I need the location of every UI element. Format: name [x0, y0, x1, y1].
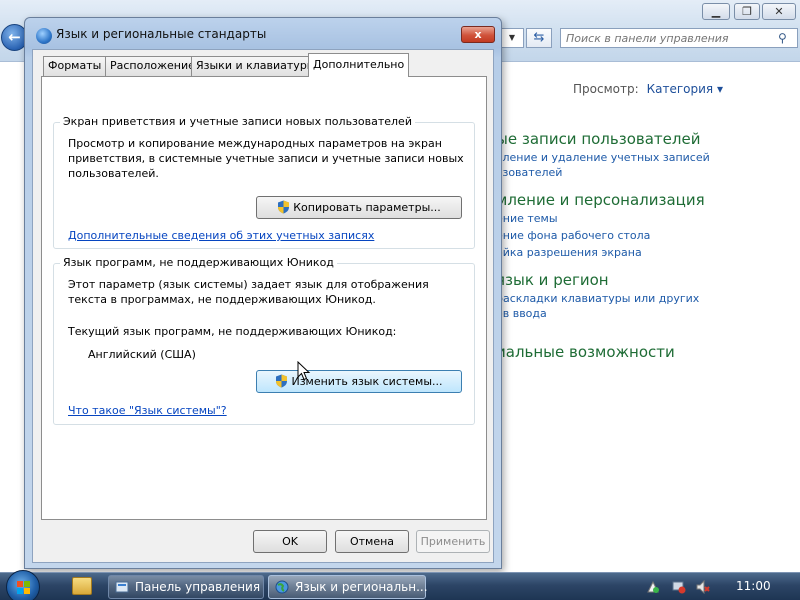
region-language-dialog: Язык и региональные стандарты x Форматы … [24, 17, 502, 569]
dialog-close-button[interactable]: x [461, 26, 495, 43]
change-system-locale-button[interactable]: Изменить язык системы... [256, 370, 462, 393]
volume-muted-icon[interactable] [696, 580, 710, 594]
globe-icon [275, 580, 289, 594]
non-unicode-group-title: Язык программ, не поддерживающих Юникод [60, 256, 337, 269]
address-dropdown-button[interactable]: ▼ [500, 28, 524, 48]
start-button[interactable] [6, 570, 40, 600]
category-link[interactable]: ойка разрешения экрана [496, 246, 642, 259]
view-selector: Просмотр: Категория ▾ [573, 82, 723, 96]
apply-button[interactable]: Применить [416, 530, 490, 553]
network-icon[interactable] [672, 580, 686, 594]
uac-shield-icon [276, 374, 288, 388]
what-is-system-locale-link[interactable]: Что такое "Язык системы"? [68, 404, 227, 417]
close-button[interactable]: ✕ [762, 3, 796, 20]
taskbar-item-region-language[interactable]: Язык и региональн... [268, 575, 428, 599]
current-language-value: Английский (США) [88, 348, 196, 361]
cancel-button[interactable]: Отмена [335, 530, 409, 553]
tab-administrative[interactable]: Дополнительно [308, 53, 410, 77]
welcome-description: Просмотр и копирование международных пар… [68, 137, 464, 180]
view-category-dropdown[interactable]: Категория ▾ [647, 82, 723, 96]
category-link[interactable]: ение фона рабочего стола [496, 229, 650, 242]
category-link[interactable]: вление и удаление учетных записей [496, 151, 710, 164]
category-link[interactable]: ов ввода [496, 307, 547, 320]
tab-panel: Экран приветствия и учетные записи новых… [41, 76, 487, 520]
copy-settings-label[interactable]: Копировать параметры... [293, 201, 441, 214]
clock[interactable]: 11:00 [736, 579, 771, 593]
view-value[interactable]: Категория [647, 82, 714, 96]
dialog-title: Язык и региональные стандарты [56, 27, 267, 41]
category-link[interactable]: ьзователей [496, 166, 562, 179]
taskbar-label[interactable]: Язык и региональн... [295, 576, 428, 598]
refresh-button[interactable]: ⇆ [526, 28, 552, 48]
ok-button[interactable]: OK [253, 530, 327, 553]
welcome-group-title: Экран приветствия и учетные записи новых… [60, 115, 415, 128]
non-unicode-group: Язык программ, не поддерживающих Юникод … [53, 256, 475, 425]
taskbar: Панель управления Язык и региональн... 1… [0, 570, 800, 600]
taskbar-label[interactable]: Панель управления [135, 576, 260, 598]
explorer-folder-icon[interactable] [72, 577, 92, 595]
category-link[interactable]: раскладки клавиатуры или других [496, 292, 699, 305]
dialog-body: Форматы Расположение Языки и клавиатуры … [32, 49, 494, 563]
category-title-appearance[interactable]: мление и персонализация [496, 191, 705, 209]
tab-keyboards-languages[interactable]: Языки и клавиатуры [191, 56, 321, 76]
globe-icon [36, 28, 52, 44]
tab-location[interactable]: Расположение [105, 56, 200, 76]
maximize-button[interactable]: ❐ [734, 3, 760, 20]
search-box[interactable]: ⚲ [560, 28, 798, 48]
taskbar-item-control-panel[interactable]: Панель управления [108, 575, 264, 599]
more-info-link[interactable]: Дополнительные сведения об этих учетных … [68, 229, 374, 242]
current-language-label: Текущий язык программ, не поддерживающих… [68, 325, 397, 338]
welcome-screen-group: Экран приветствия и учетные записи новых… [53, 115, 475, 249]
category-link[interactable]: ение темы [496, 212, 558, 225]
windows-logo-icon [17, 581, 30, 594]
tab-formats[interactable]: Форматы [43, 56, 107, 76]
category-title-ease-of-access[interactable]: иальные возможности [496, 343, 675, 361]
action-center-icon[interactable] [646, 580, 660, 594]
minimize-button[interactable]: ▁ [702, 3, 730, 20]
search-input[interactable] [561, 29, 775, 47]
category-title-clock-language-region[interactable]: язык и регион [496, 271, 609, 289]
copy-settings-button[interactable]: Копировать параметры... [256, 196, 462, 219]
control-panel-icon [115, 581, 129, 593]
view-label: Просмотр: [573, 82, 639, 96]
uac-shield-icon [278, 200, 290, 214]
change-system-locale-label[interactable]: Изменить язык системы... [291, 375, 442, 388]
non-unicode-description: Этот параметр (язык системы) задает язык… [68, 278, 429, 306]
search-icon[interactable]: ⚲ [778, 31, 792, 45]
mouse-cursor-icon [297, 361, 311, 381]
category-title-user-accounts[interactable]: ые записи пользователей [496, 130, 700, 148]
